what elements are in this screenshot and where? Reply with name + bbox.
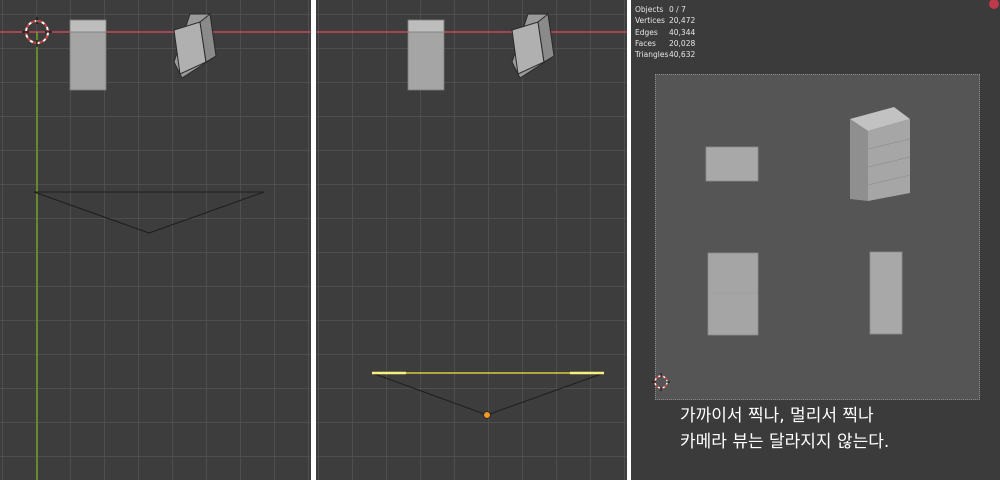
camera-origin-dot-icon [483,411,491,419]
viewport-middle-scene [316,13,627,419]
viewport-middle[interactable] [316,0,627,480]
selected-camera-frustum [371,371,605,416]
3d-cursor-icon [652,373,670,391]
viewport-left-scene [0,13,311,480]
tilted-cube-object [173,13,217,79]
tilted-cube-object [511,13,555,79]
caption-text: 가까이서 찍나, 멀리서 찍나 카메라 뷰는 달라지지 않는다. [680,403,889,455]
camera-frustum [33,191,265,234]
caption-line-1: 가까이서 찍나, 멀리서 찍나 [680,406,874,426]
box-object [407,19,445,91]
box-object [69,19,107,91]
caption-line-2: 카메라 뷰는 달라지지 않는다. [680,432,890,452]
viewport-left[interactable] [0,0,311,480]
camera-view-panel[interactable]: Objects 0 / 7 Vertices 20,472 Edges 40,344 … [631,0,1000,480]
